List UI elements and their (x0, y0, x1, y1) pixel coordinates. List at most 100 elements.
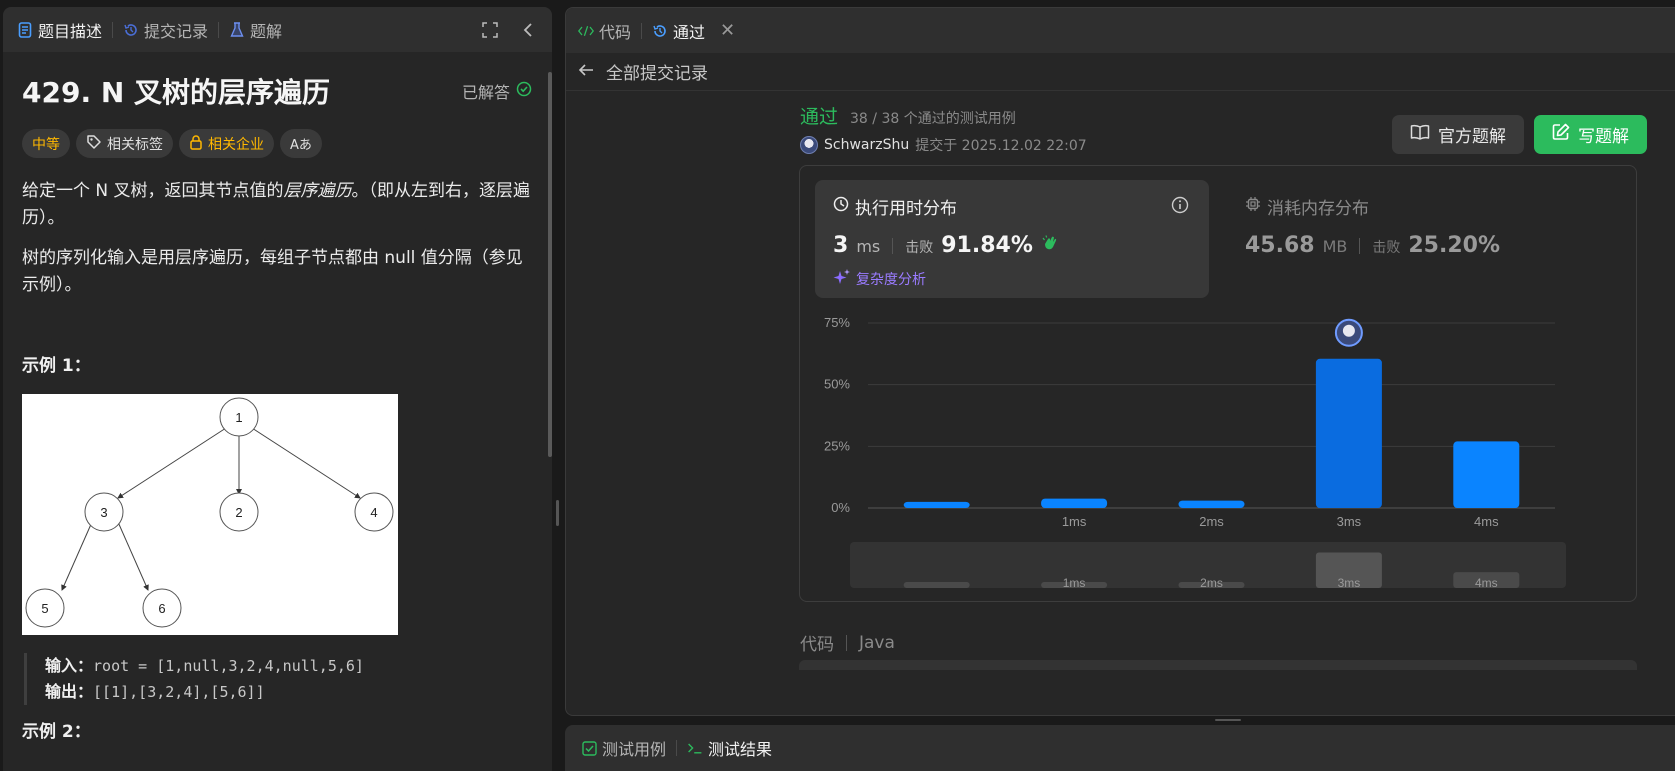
tab-label: 通过 (673, 22, 706, 42)
horizontal-resize-handle[interactable] (1215, 719, 1241, 721)
official-solution-label: 官方题解 (1438, 127, 1506, 147)
lock-icon (189, 134, 203, 154)
submission-header: 通过 38 / 38 个通过的测试用例 SchwarzShu 提交于 2025.… (800, 102, 1647, 162)
maximize-icon[interactable] (480, 20, 500, 40)
chevron-left-icon[interactable] (518, 20, 538, 40)
checkbox-icon (581, 740, 597, 756)
chart-bar (903, 501, 970, 508)
overview-tick-label: 4ms (1475, 576, 1498, 590)
beat-label: 击败 (1372, 240, 1401, 256)
memory-header: 消耗内存分布 (1245, 194, 1500, 219)
difficulty-badge: 中等 (22, 129, 70, 158)
problem-content: 429. N 叉树的层序遍历 已解答 中等 相关标签 相关企业 Aあ 给定一个 … (22, 67, 532, 742)
divider (892, 237, 894, 254)
overview-tick-label: 3ms (1338, 576, 1361, 590)
complexity-analysis-link[interactable]: 复杂度分析 (833, 268, 1191, 290)
tab-code[interactable]: 代码 (578, 19, 631, 43)
clap-icon (1041, 234, 1059, 256)
input-value: root = [1,null,3,2,4,null,5,6] (93, 657, 364, 675)
clock-icon (833, 196, 849, 217)
write-solution-button[interactable]: 写题解 (1534, 115, 1647, 154)
vertical-resize-handle[interactable] (556, 500, 559, 526)
related-company-label: 相关企业 (208, 136, 264, 153)
problem-tags: 中等 相关标签 相关企业 Aあ (22, 129, 532, 158)
y-tick-label: 50% (824, 377, 850, 392)
edit-icon (1552, 123, 1570, 146)
example-output-row: 输出：[[1],[3,2,4],[5,6]] (45, 679, 532, 705)
input-label: 输入： (45, 656, 94, 675)
write-solution-label: 写题解 (1578, 127, 1629, 147)
code-icon (578, 23, 594, 39)
tab-label: 提交记录 (144, 21, 209, 41)
related-company-button[interactable]: 相关企业 (179, 129, 274, 158)
avatar-face (1342, 324, 1355, 337)
official-solution-button[interactable]: 官方题解 (1392, 115, 1524, 154)
info-icon[interactable] (1171, 196, 1189, 218)
code-block[interactable] (799, 660, 1637, 670)
runtime-value: 3 (833, 233, 849, 258)
x-tick-label: 2ms (1199, 514, 1224, 529)
flask-icon (229, 21, 245, 38)
console-panel: 测试用例 测试结果 (565, 725, 1675, 771)
example-1-title: 示例 1： (22, 356, 91, 376)
tab-submissions[interactable]: 提交记录 (123, 18, 208, 42)
memory-value: 45.68 (1245, 233, 1315, 258)
tab-testcase[interactable]: 测试用例 (581, 736, 666, 760)
test-cases-count: 38 / 38 个通过的测试用例 (850, 111, 1016, 127)
tab-test-result[interactable]: 测试结果 (687, 736, 772, 760)
tab-description[interactable]: 题目描述 (17, 18, 102, 42)
tab-label: 题解 (250, 21, 283, 41)
related-tags-button[interactable]: 相关标签 (76, 129, 173, 158)
history-icon (652, 23, 668, 39)
tree-node-label: 6 (158, 601, 165, 616)
runtime-header: 执行用时分布 (833, 194, 1191, 219)
submit-time: 提交于 2025.12.02 22:07 (915, 138, 1087, 154)
close-icon[interactable]: ✕ (720, 20, 735, 41)
tree-node-label: 4 (370, 505, 377, 520)
header-buttons: 官方题解 写题解 (1392, 115, 1647, 154)
tab-divider (641, 22, 643, 39)
memory-beat-percent: 25.20% (1408, 233, 1501, 258)
y-tick-label: 25% (824, 438, 850, 453)
memory-title: 消耗内存分布 (1267, 199, 1369, 219)
example-1-io: 输入：root = [1,null,3,2,4,null,5,6] 输出：[[1… (24, 653, 532, 705)
stats-card: 执行用时分布 3 ms 击败 91.84% 复杂度分析 消耗内存分布 45.68… (799, 165, 1637, 602)
back-label: 全部提交记录 (606, 64, 708, 84)
arrow-left-icon (578, 62, 594, 82)
status-badge: 通过 (800, 106, 839, 128)
beat-label: 击败 (905, 240, 934, 256)
tab-accepted[interactable]: 通过 ✕ (652, 19, 735, 43)
problem-panel: 题目描述 提交记录 题解 429. N 叉树的层序遍历 已解答 中等 相关标签 … (3, 7, 552, 771)
chart-bar (1041, 498, 1108, 508)
tree-node-label: 2 (235, 505, 242, 520)
tab-solutions[interactable]: 题解 (229, 18, 282, 42)
avatar[interactable] (800, 136, 818, 154)
overview-bar (903, 582, 970, 588)
chart-bar (1315, 358, 1382, 508)
runtime-stat[interactable]: 执行用时分布 3 ms 击败 91.84% 复杂度分析 (815, 180, 1209, 298)
overview-tick-label: 2ms (1200, 576, 1223, 590)
code-section-header: 代码 Java (800, 630, 895, 656)
tab-label: 题目描述 (38, 21, 103, 41)
runtime-beat-percent: 91.84% (941, 233, 1033, 258)
document-icon (17, 21, 33, 38)
runtime-distribution-chart[interactable]: 75% 50% 25% 0% 1ms 2ms 3ms 4ms 1ms 2ms 3ms 4ms (800, 306, 1638, 601)
example-tree-image: 1 3 2 4 5 6 (22, 394, 398, 635)
desc-paragraph: 给定一个 N 叉树，返回其节点值的层序遍历。（即从左到右，逐层遍历）。 (22, 178, 532, 232)
tree-node-label: 5 (41, 601, 48, 616)
divider (846, 634, 847, 651)
translate-button[interactable]: Aあ (280, 129, 322, 158)
solved-label: 已解答 (461, 83, 510, 102)
example-input-row: 输入：root = [1,null,3,2,4,null,5,6] (45, 653, 532, 679)
problem-description: 给定一个 N 叉树，返回其节点值的层序遍历。（即从左到右，逐层遍历）。 树的序列… (22, 178, 532, 299)
output-label: 输出： (45, 682, 94, 701)
terminal-icon (687, 740, 703, 756)
code-label: 代码 (800, 635, 834, 655)
submission-tabbar: 代码 通过 ✕ (566, 8, 1675, 53)
memory-stat[interactable]: 消耗内存分布 45.68 MB 击败 25.20% (1245, 194, 1500, 258)
tab-divider (218, 21, 220, 38)
scrollbar[interactable] (548, 72, 552, 457)
author-name[interactable]: SchwarzShu (824, 137, 909, 153)
problem-title[interactable]: 429. N 叉树的层序遍历 (22, 71, 330, 111)
back-to-submissions[interactable]: 全部提交记录 (566, 53, 1675, 91)
